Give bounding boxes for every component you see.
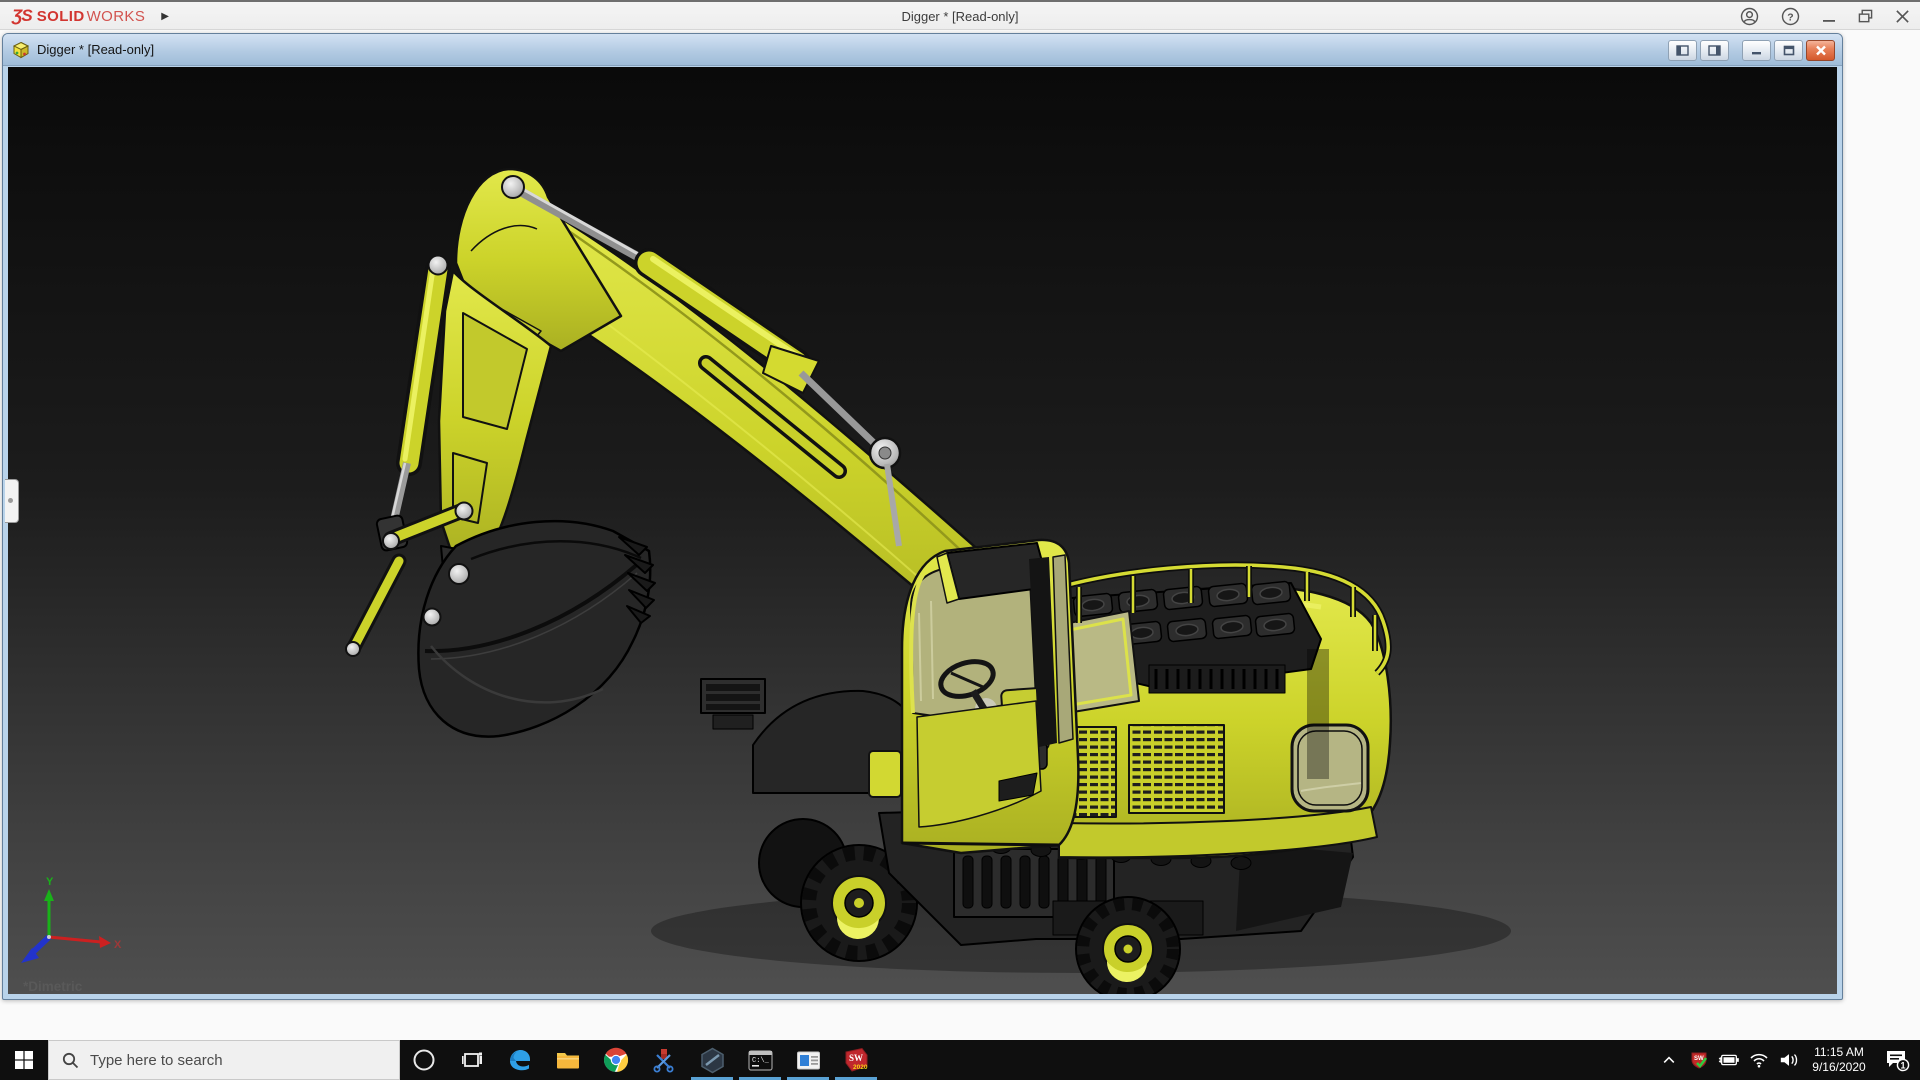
tray-solidworks-monitor[interactable]: SW <box>1684 1050 1714 1070</box>
command-prompt-icon: C:\_ <box>747 1047 774 1074</box>
svg-text:C:\_: C:\_ <box>752 1057 770 1065</box>
app-titlebar: ƷS SOLID WORKS ▶ Digger * [Read-only] ? <box>0 0 1920 30</box>
model-viewport[interactable]: Y X *Dimetric <box>8 67 1837 994</box>
action-center-button[interactable]: 1 <box>1874 1048 1920 1072</box>
taskbar-item-system-window[interactable] <box>784 1040 832 1080</box>
model-canvas[interactable]: Y X *Dimetric <box>8 67 1837 994</box>
pane-right-button[interactable] <box>1700 40 1729 61</box>
help-icon[interactable]: ? <box>1781 7 1800 26</box>
user-account-icon[interactable] <box>1740 7 1759 26</box>
tray-volume[interactable] <box>1774 1051 1804 1069</box>
front-right-wheel <box>1076 897 1180 994</box>
cortana-icon <box>412 1048 436 1072</box>
file-explorer-icon <box>555 1047 581 1073</box>
clock-date: 9/16/2020 <box>1804 1060 1874 1075</box>
system-window-icon <box>795 1047 822 1074</box>
svg-text:SW: SW <box>849 1053 863 1063</box>
tray-clock[interactable]: 11:15 AM 9/16/2020 <box>1804 1045 1874 1075</box>
clock-time: 11:15 AM <box>1804 1045 1874 1060</box>
taskbar-item-file-explorer[interactable] <box>544 1040 592 1080</box>
cab-side-box <box>869 751 901 797</box>
task-view-icon <box>460 1048 484 1072</box>
wifi-icon <box>1749 1052 1769 1068</box>
document-title: Digger * [Read-only] <box>37 42 154 57</box>
part-document-icon <box>12 41 30 59</box>
taskbar-item-command-prompt[interactable]: C:\_ <box>736 1040 784 1080</box>
pane-left-button[interactable] <box>1668 40 1697 61</box>
document-titlebar[interactable]: Digger * [Read-only] <box>3 34 1842 66</box>
window-restore-button[interactable] <box>1774 40 1803 61</box>
axis-y-label: Y <box>46 876 54 888</box>
tray-battery[interactable] <box>1714 1052 1744 1068</box>
search-placeholder: Type here to search <box>90 1052 223 1069</box>
taskbar-item-edge[interactable] <box>496 1040 544 1080</box>
snip-tool-icon <box>651 1047 677 1073</box>
svg-text:2020: 2020 <box>853 1064 868 1071</box>
document-window: Digger * [Read-only] <box>2 33 1843 1000</box>
battery-icon <box>1718 1052 1740 1068</box>
taskbar-item-cortana[interactable] <box>400 1040 448 1080</box>
hexagon-app-icon <box>699 1047 726 1074</box>
search-icon <box>62 1052 79 1069</box>
start-button[interactable] <box>0 1040 48 1080</box>
app-title: Digger * [Read-only] <box>0 9 1920 24</box>
axis-x-label: X <box>114 939 122 951</box>
window-close-button[interactable] <box>1806 40 1835 61</box>
taskbar-item-solidworks[interactable]: SW 2020 <box>832 1040 880 1080</box>
view-orientation-label: *Dimetric <box>23 979 83 994</box>
windows-logo-icon <box>14 1050 34 1070</box>
taskbar-item-snip[interactable] <box>640 1040 688 1080</box>
taskbar-item-chrome[interactable] <box>592 1040 640 1080</box>
tray-hidden-icons-chevron[interactable] <box>1654 1052 1684 1068</box>
chevron-up-icon <box>1661 1052 1677 1068</box>
solidworks-2020-icon: SW 2020 <box>842 1046 870 1074</box>
window-minimize-button[interactable] <box>1742 40 1771 61</box>
taskbar-item-cad-app[interactable] <box>688 1040 736 1080</box>
notification-icon: 1 <box>1884 1048 1910 1072</box>
taskbar-item-task-view[interactable] <box>448 1040 496 1080</box>
chrome-icon <box>603 1047 629 1073</box>
feature-panel-tab[interactable] <box>5 479 19 523</box>
notification-badge: 1 <box>1900 1060 1905 1070</box>
sw-shield-icon: SW <box>1689 1050 1709 1070</box>
side-grille-right <box>1129 725 1224 813</box>
svg-text:?: ? <box>1787 12 1793 23</box>
panel-tab-dot <box>8 498 13 503</box>
edge-icon <box>507 1047 533 1073</box>
tray-network[interactable] <box>1744 1052 1774 1068</box>
restore-icon[interactable] <box>1858 9 1873 24</box>
minimize-icon[interactable] <box>1822 10 1836 24</box>
speaker-icon <box>1779 1051 1799 1069</box>
taskbar: Type here to search <box>0 1040 1920 1080</box>
rear-window <box>1292 725 1368 811</box>
search-input[interactable]: Type here to search <box>48 1040 400 1080</box>
close-icon[interactable] <box>1895 9 1910 24</box>
